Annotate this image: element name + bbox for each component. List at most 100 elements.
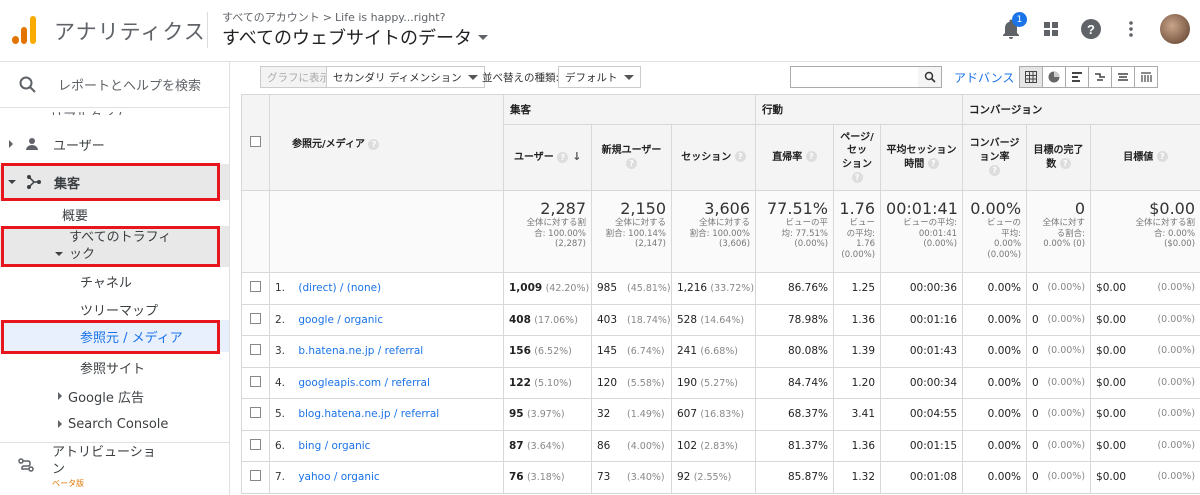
sidebar-item-referrals[interactable]: 参照サイト xyxy=(80,358,145,377)
notifications-button[interactable]: 1 xyxy=(1000,12,1027,40)
secondary-dimension-dropdown[interactable]: セカンダリ ディメンション xyxy=(326,66,485,88)
row-users: 1,009 (42.20%) xyxy=(503,272,592,305)
sidebar-item-label: ユーザー xyxy=(53,138,105,154)
row-source-cell: 2. google / organic xyxy=(269,303,504,336)
row-checkbox[interactable] xyxy=(250,470,261,482)
row-checkbox-cell xyxy=(241,272,270,305)
sidebar-item-users[interactable]: ユーザー xyxy=(0,132,229,156)
sort-type-dropdown[interactable]: デフォルト xyxy=(558,66,641,88)
row-checkbox-cell xyxy=(241,335,270,368)
sidebar-item-realtime-partial[interactable]: リアルタイム xyxy=(50,107,128,115)
col-bounce-header[interactable]: 直帰率 ? xyxy=(755,124,835,191)
row-source-link[interactable]: google / organic xyxy=(298,314,383,326)
col-conversion-rate-header[interactable]: コンバージ ョン率? xyxy=(962,124,1028,191)
row-pages: 1.32 xyxy=(833,461,882,494)
breadcrumb-property[interactable]: Life is happy...right? xyxy=(335,11,445,24)
highlight-box-acquisition xyxy=(1,163,220,201)
bar-list-icon xyxy=(1072,72,1082,82)
row-goal-value: $0.00 (0.00%) xyxy=(1090,398,1200,431)
row-checkbox[interactable] xyxy=(250,344,261,356)
dimension-header[interactable]: 参照元/メディア ? xyxy=(269,94,504,191)
row-duration: 00:01:08 xyxy=(880,461,964,494)
help-icon[interactable]: ? xyxy=(851,171,863,183)
col-pages-header[interactable]: ページ/セッ ション? xyxy=(833,124,882,191)
table-body: 1. (direct) / (none) 1,009 (42.20%) 985(… xyxy=(241,272,1200,494)
col-sessions-header[interactable]: セッション ? xyxy=(670,124,757,191)
sidebar-item-search-console[interactable]: Search Console xyxy=(0,414,229,434)
table-filter-search-button[interactable] xyxy=(918,66,942,88)
row-sessions: 92 (2.55%) xyxy=(670,461,757,494)
help-icon[interactable]: ? xyxy=(1156,151,1168,163)
help-icon[interactable]: ? xyxy=(368,138,380,150)
row-number: 3. xyxy=(275,345,286,358)
pie-chart-icon xyxy=(1048,71,1060,83)
breadcrumb[interactable]: すべてのアカウント > Life is happy...right? xyxy=(222,9,445,25)
apps-button[interactable] xyxy=(1040,18,1062,40)
sidebar-item-label: Google 広告 xyxy=(68,390,144,406)
sidebar-item-google-ads[interactable]: Google 広告 xyxy=(0,386,229,406)
col-goal-completions-header[interactable]: 目標の完了数 ? xyxy=(1026,124,1092,191)
row-users: 76 (3.18%) xyxy=(503,461,592,494)
table-row: 5. blog.hatena.ne.jp / referral 95 (3.97… xyxy=(241,398,1200,431)
row-source-link[interactable]: bing / organic xyxy=(298,440,370,452)
chevron-down-icon xyxy=(478,34,489,40)
row-source-cell: 1. (direct) / (none) xyxy=(269,272,504,305)
row-bounce: 81.37% xyxy=(755,429,835,462)
group-conversion-header: コンバージョン xyxy=(962,94,1200,125)
sidebar-item-attribution[interactable]: アトリビューショ ン xyxy=(0,444,229,480)
row-source-cell: 4. googleapis.com / referral xyxy=(269,366,504,399)
row-bounce: 84.74% xyxy=(755,366,835,399)
help-icon[interactable]: ? xyxy=(626,158,637,169)
col-users-header[interactable]: ユーザー ? ↓ xyxy=(503,124,592,191)
group-behavior-header: 行動 xyxy=(755,94,964,125)
row-checkbox[interactable] xyxy=(250,438,261,450)
breadcrumb-root[interactable]: すべてのアカウント xyxy=(222,9,320,25)
view-table-button[interactable] xyxy=(1019,66,1043,88)
row-checkbox-cell xyxy=(241,429,270,462)
row-source-link[interactable]: googleapis.com / referral xyxy=(298,377,430,389)
help-icon[interactable]: ? xyxy=(557,151,569,163)
row-checkbox[interactable] xyxy=(250,312,261,324)
totals-duration: 00:01:41 ビューの平均: 00:01:41 (0.00%) xyxy=(880,190,964,273)
help-icon[interactable]: ? xyxy=(989,164,1001,176)
sidebar-item-treemap[interactable]: ツリーマップ xyxy=(80,300,158,319)
row-checkbox[interactable] xyxy=(250,407,261,419)
sort-type-label: 並べ替えの種類: xyxy=(482,72,560,84)
sidebar-item-overview[interactable]: 概要 xyxy=(62,205,88,224)
sidebar-search[interactable]: レポートとヘルプを検索 xyxy=(0,62,229,107)
advanced-filter-link[interactable]: アドバンス xyxy=(954,69,1014,86)
row-users: 95 (3.97%) xyxy=(503,398,592,431)
svg-text:?: ? xyxy=(1087,22,1095,37)
col-duration-header[interactable]: 平均セッション 時間 ? xyxy=(880,124,964,191)
row-pages: 3.41 xyxy=(833,398,882,431)
table-row: 7. yahoo / organic 76 (3.18%) 73 (3.40%) … xyxy=(241,461,1200,494)
view-performance-button[interactable] xyxy=(1065,66,1089,88)
view-pivot-button[interactable] xyxy=(1134,66,1158,88)
row-source-link[interactable]: yahoo / organic xyxy=(298,471,379,483)
help-icon[interactable]: ? xyxy=(734,151,746,163)
help-button[interactable]: ? xyxy=(1080,18,1102,40)
row-checkbox[interactable] xyxy=(250,375,261,387)
view-title: すべてのウェブサイトのデータ xyxy=(222,28,473,49)
more-options-button[interactable] xyxy=(1120,18,1142,40)
help-icon[interactable]: ? xyxy=(927,158,939,169)
person-icon xyxy=(26,138,38,150)
view-selector[interactable]: すべてのウェブサイトのデータ xyxy=(222,24,489,50)
row-pages: 1.36 xyxy=(833,429,882,462)
help-icon[interactable]: ? xyxy=(805,151,817,163)
select-all-checkbox[interactable] xyxy=(250,135,261,147)
sidebar-item-channels[interactable]: チャネル xyxy=(80,272,132,291)
view-comparison-button[interactable] xyxy=(1088,66,1112,88)
row-source-link[interactable]: b.hatena.ne.jp / referral xyxy=(298,345,423,357)
view-term-cloud-button[interactable] xyxy=(1111,66,1135,88)
avatar[interactable] xyxy=(1160,14,1190,44)
help-icon[interactable]: ? xyxy=(1059,158,1071,169)
view-pie-button[interactable] xyxy=(1042,66,1066,88)
row-checkbox[interactable] xyxy=(250,281,261,293)
col-goal-value-header[interactable]: 目標値 ? xyxy=(1090,124,1200,191)
analytics-logo-icon[interactable] xyxy=(12,16,38,44)
row-goal-completions: 0 (0.00%) xyxy=(1026,303,1092,336)
row-source-link[interactable]: (direct) / (none) xyxy=(298,282,381,294)
row-source-link[interactable]: blog.hatena.ne.jp / referral xyxy=(298,408,439,420)
col-new-users-header[interactable]: 新規ユーザー? xyxy=(591,124,672,191)
